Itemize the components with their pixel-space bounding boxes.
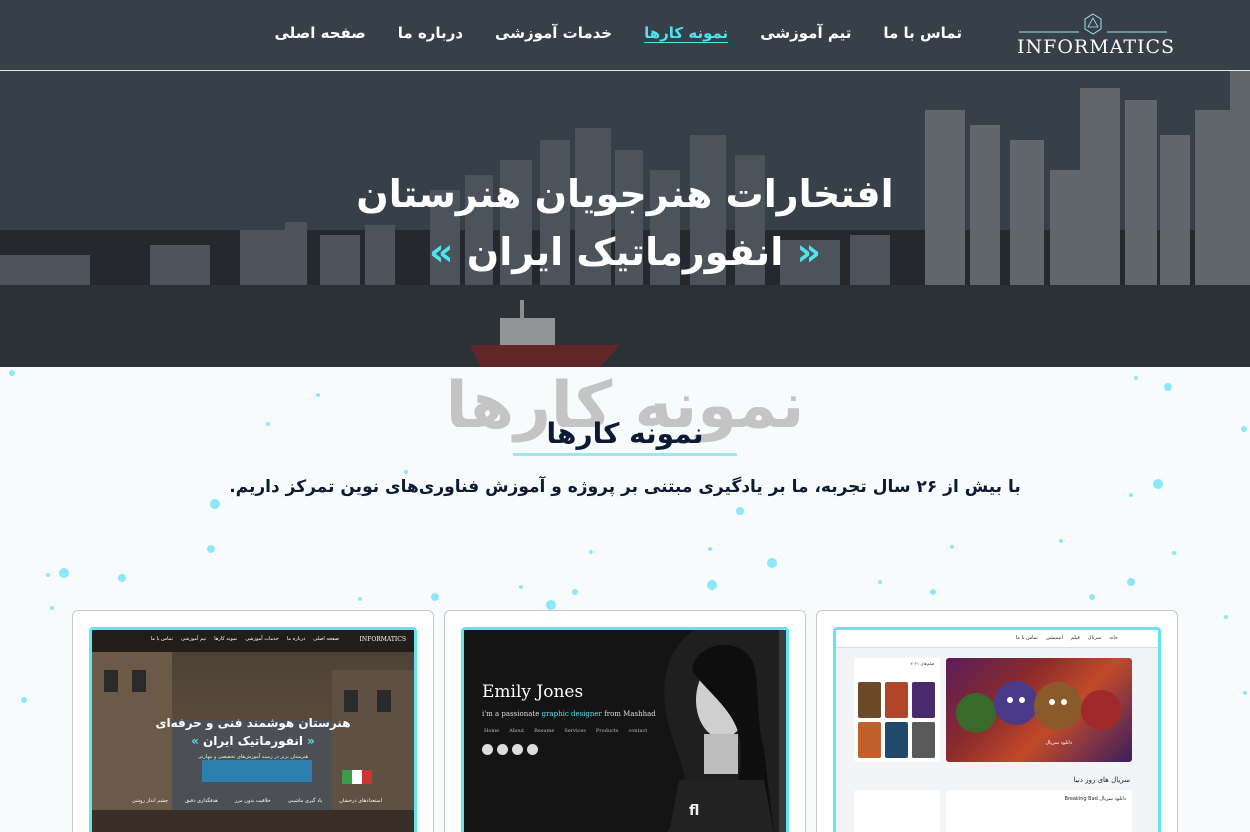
- movie-link: فیلم: [1070, 635, 1080, 641]
- emily-link: Resume: [534, 728, 555, 734]
- school-site-title: هنرستان هوشمند فنی و حرفه‌ای « انفورماتی…: [92, 714, 414, 750]
- section-title: نمونه کارها: [546, 417, 704, 450]
- top-navbar: INFORMATICS صفحه اصلی درباره ما خدمات آم…: [0, 0, 1250, 71]
- tag-em: graphic designer: [541, 710, 602, 718]
- quote-open: «: [796, 230, 822, 274]
- emily-site-background: ﬂ Emily Jones i'm a passionate graphic d…: [464, 630, 786, 832]
- emily-nav-links: Home About Resume Services Products cont…: [484, 728, 647, 734]
- school-feature: یاد گیری ماشینی: [287, 798, 323, 804]
- poster: [885, 722, 908, 758]
- school-feature: خلاقیت بدون مرز: [234, 798, 271, 804]
- school-site-background: INFORMATICS صفحه اصلی درباره ما خدمات آم…: [92, 630, 414, 832]
- movie-site-background: خانه سریال فیلم انیمیشن تماس با ما فیلم‌…: [836, 630, 1158, 832]
- hero-line-2: « انفورماتیک ایران »: [0, 223, 1250, 281]
- emily-tagline: i'm a passionate graphic designer from M…: [482, 710, 656, 718]
- movie-posters: [858, 682, 935, 758]
- poster: [858, 682, 881, 718]
- emily-link: Home: [484, 728, 500, 734]
- school-site-navbar: INFORMATICS صفحه اصلی درباره ما خدمات آم…: [92, 630, 414, 652]
- portfolio-section: نمونه کارها نمونه کارها با بیش از ۲۶ سال…: [0, 367, 1250, 832]
- site-logo[interactable]: INFORMATICS: [1017, 12, 1176, 60]
- poster: [885, 682, 908, 718]
- svg-text:ﬂ: ﬂ: [689, 803, 699, 819]
- movie-link: انیمیشن: [1045, 635, 1063, 641]
- poster: [912, 722, 935, 758]
- emily-site-preview[interactable]: ﬂ Emily Jones i'm a passionate graphic d…: [461, 627, 789, 832]
- movie-sidebar-head: فیلم‌های ۲۰۲۱: [910, 661, 934, 666]
- movie-link: سریال: [1087, 635, 1102, 641]
- nav-contact[interactable]: تماس با ما: [883, 24, 962, 42]
- movie-section-title: سریال های روز دنیا: [1073, 776, 1130, 784]
- movie-site-preview[interactable]: خانه سریال فیلم انیمیشن تماس با ما فیلم‌…: [833, 627, 1161, 832]
- emily-link: Products: [595, 728, 619, 734]
- school-site-features: استعدادهای درخشان یاد گیری ماشینی خلاقیت…: [132, 798, 382, 804]
- movie-hero-caption: دانلود سریال: [1045, 740, 1072, 746]
- movie-link: خانه: [1109, 635, 1118, 641]
- movie-site-links: خانه سریال فیلم انیمیشن تماس با ما: [1016, 635, 1118, 641]
- school-title-line2-text: انفورماتیک ایران: [203, 734, 303, 748]
- movie-sidebar: فیلم‌های ۲۰۲۱: [854, 658, 940, 762]
- portfolio-card-movies[interactable]: خانه سریال فیلم انیمیشن تماس با ما فیلم‌…: [816, 610, 1178, 832]
- tag-pre: i'm a passionate: [482, 710, 540, 718]
- section-subtitle: با بیش از ۲۶ سال تجربه، ما بر یادگیری مب…: [229, 477, 1021, 497]
- movie-link: تماس با ما: [1015, 635, 1038, 641]
- facebook-icon: [497, 744, 508, 755]
- movie-series-box: دانلود سریال Breaking Bad: [946, 790, 1132, 832]
- movie-series-box-title: دانلود سریال Breaking Bad: [1064, 796, 1126, 802]
- twitter-icon: [482, 744, 493, 755]
- nav-services[interactable]: خدمات آموزشی: [495, 24, 612, 42]
- hero-banner: INFORMATICS صفحه اصلی درباره ما خدمات آم…: [0, 0, 1250, 367]
- poster: [858, 722, 881, 758]
- section-title-underline: [513, 453, 737, 456]
- main-menu: صفحه اصلی درباره ما خدمات آموزشی نمونه ک…: [274, 24, 962, 42]
- emily-link: contact: [628, 728, 648, 734]
- movie-hero-image: [946, 658, 1132, 762]
- hero-heading: افتخارات هنرجویان هنرستان « انفورماتیک ا…: [0, 165, 1250, 281]
- emily-social-icons: [482, 744, 538, 755]
- school-site-brand: INFORMATICS: [359, 636, 406, 643]
- nav-team[interactable]: تیم آموزشی: [760, 24, 851, 42]
- school-link: خدمات آموزشی: [245, 636, 279, 642]
- school-link: صفحه اصلی: [313, 636, 339, 642]
- school-link: تماس با ما: [150, 636, 173, 642]
- quote-close: »: [428, 230, 454, 274]
- school-site-preview[interactable]: INFORMATICS صفحه اصلی درباره ما خدمات آم…: [89, 627, 417, 832]
- nav-portfolio[interactable]: نمونه کارها: [644, 24, 728, 42]
- school-title-line1: هنرستان هوشمند فنی و حرفه‌ای: [155, 716, 351, 730]
- poster: [912, 682, 935, 718]
- school-link: نمونه کارها: [214, 636, 238, 642]
- movie-site-navbar: خانه سریال فیلم انیمیشن تماس با ما: [836, 630, 1158, 648]
- emily-name: Emily Jones: [482, 682, 584, 702]
- discord-icon: [527, 744, 538, 755]
- hero-line-1: افتخارات هنرجویان هنرستان: [356, 172, 894, 216]
- tag-post: from Mashhad: [604, 710, 656, 718]
- school-feature: چشم انداز روشن: [132, 798, 169, 804]
- school-site-tagline: هنرستان برتر در زمینه آموزش‌های تخصصی و …: [197, 754, 309, 760]
- portfolio-card-school[interactable]: INFORMATICS صفحه اصلی درباره ما خدمات آم…: [72, 610, 434, 832]
- nav-home[interactable]: صفحه اصلی: [274, 24, 365, 42]
- nav-about[interactable]: درباره ما: [398, 24, 463, 42]
- school-title-line2: « انفورماتیک ایران »: [191, 734, 315, 748]
- movie-filter-box: [854, 790, 940, 832]
- school-link: تیم آموزشی: [180, 636, 207, 642]
- portfolio-card-emily[interactable]: ﬂ Emily Jones i'm a passionate graphic d…: [444, 610, 806, 832]
- school-feature: استعدادهای درخشان: [339, 798, 382, 804]
- emily-link: Services: [564, 728, 586, 734]
- school-feature: هدفگذاری دقیق: [185, 798, 218, 804]
- logo-text: INFORMATICS: [1017, 36, 1176, 58]
- emily-link: About: [509, 728, 525, 734]
- school-link: درباره ما: [286, 636, 306, 642]
- animatronics-image: [956, 681, 1121, 733]
- instagram-icon: [512, 744, 523, 755]
- hero-line-2-text: انفورماتیک ایران: [466, 230, 784, 274]
- school-site-links: صفحه اصلی درباره ما خدمات آموزشی نمونه ک…: [151, 636, 339, 642]
